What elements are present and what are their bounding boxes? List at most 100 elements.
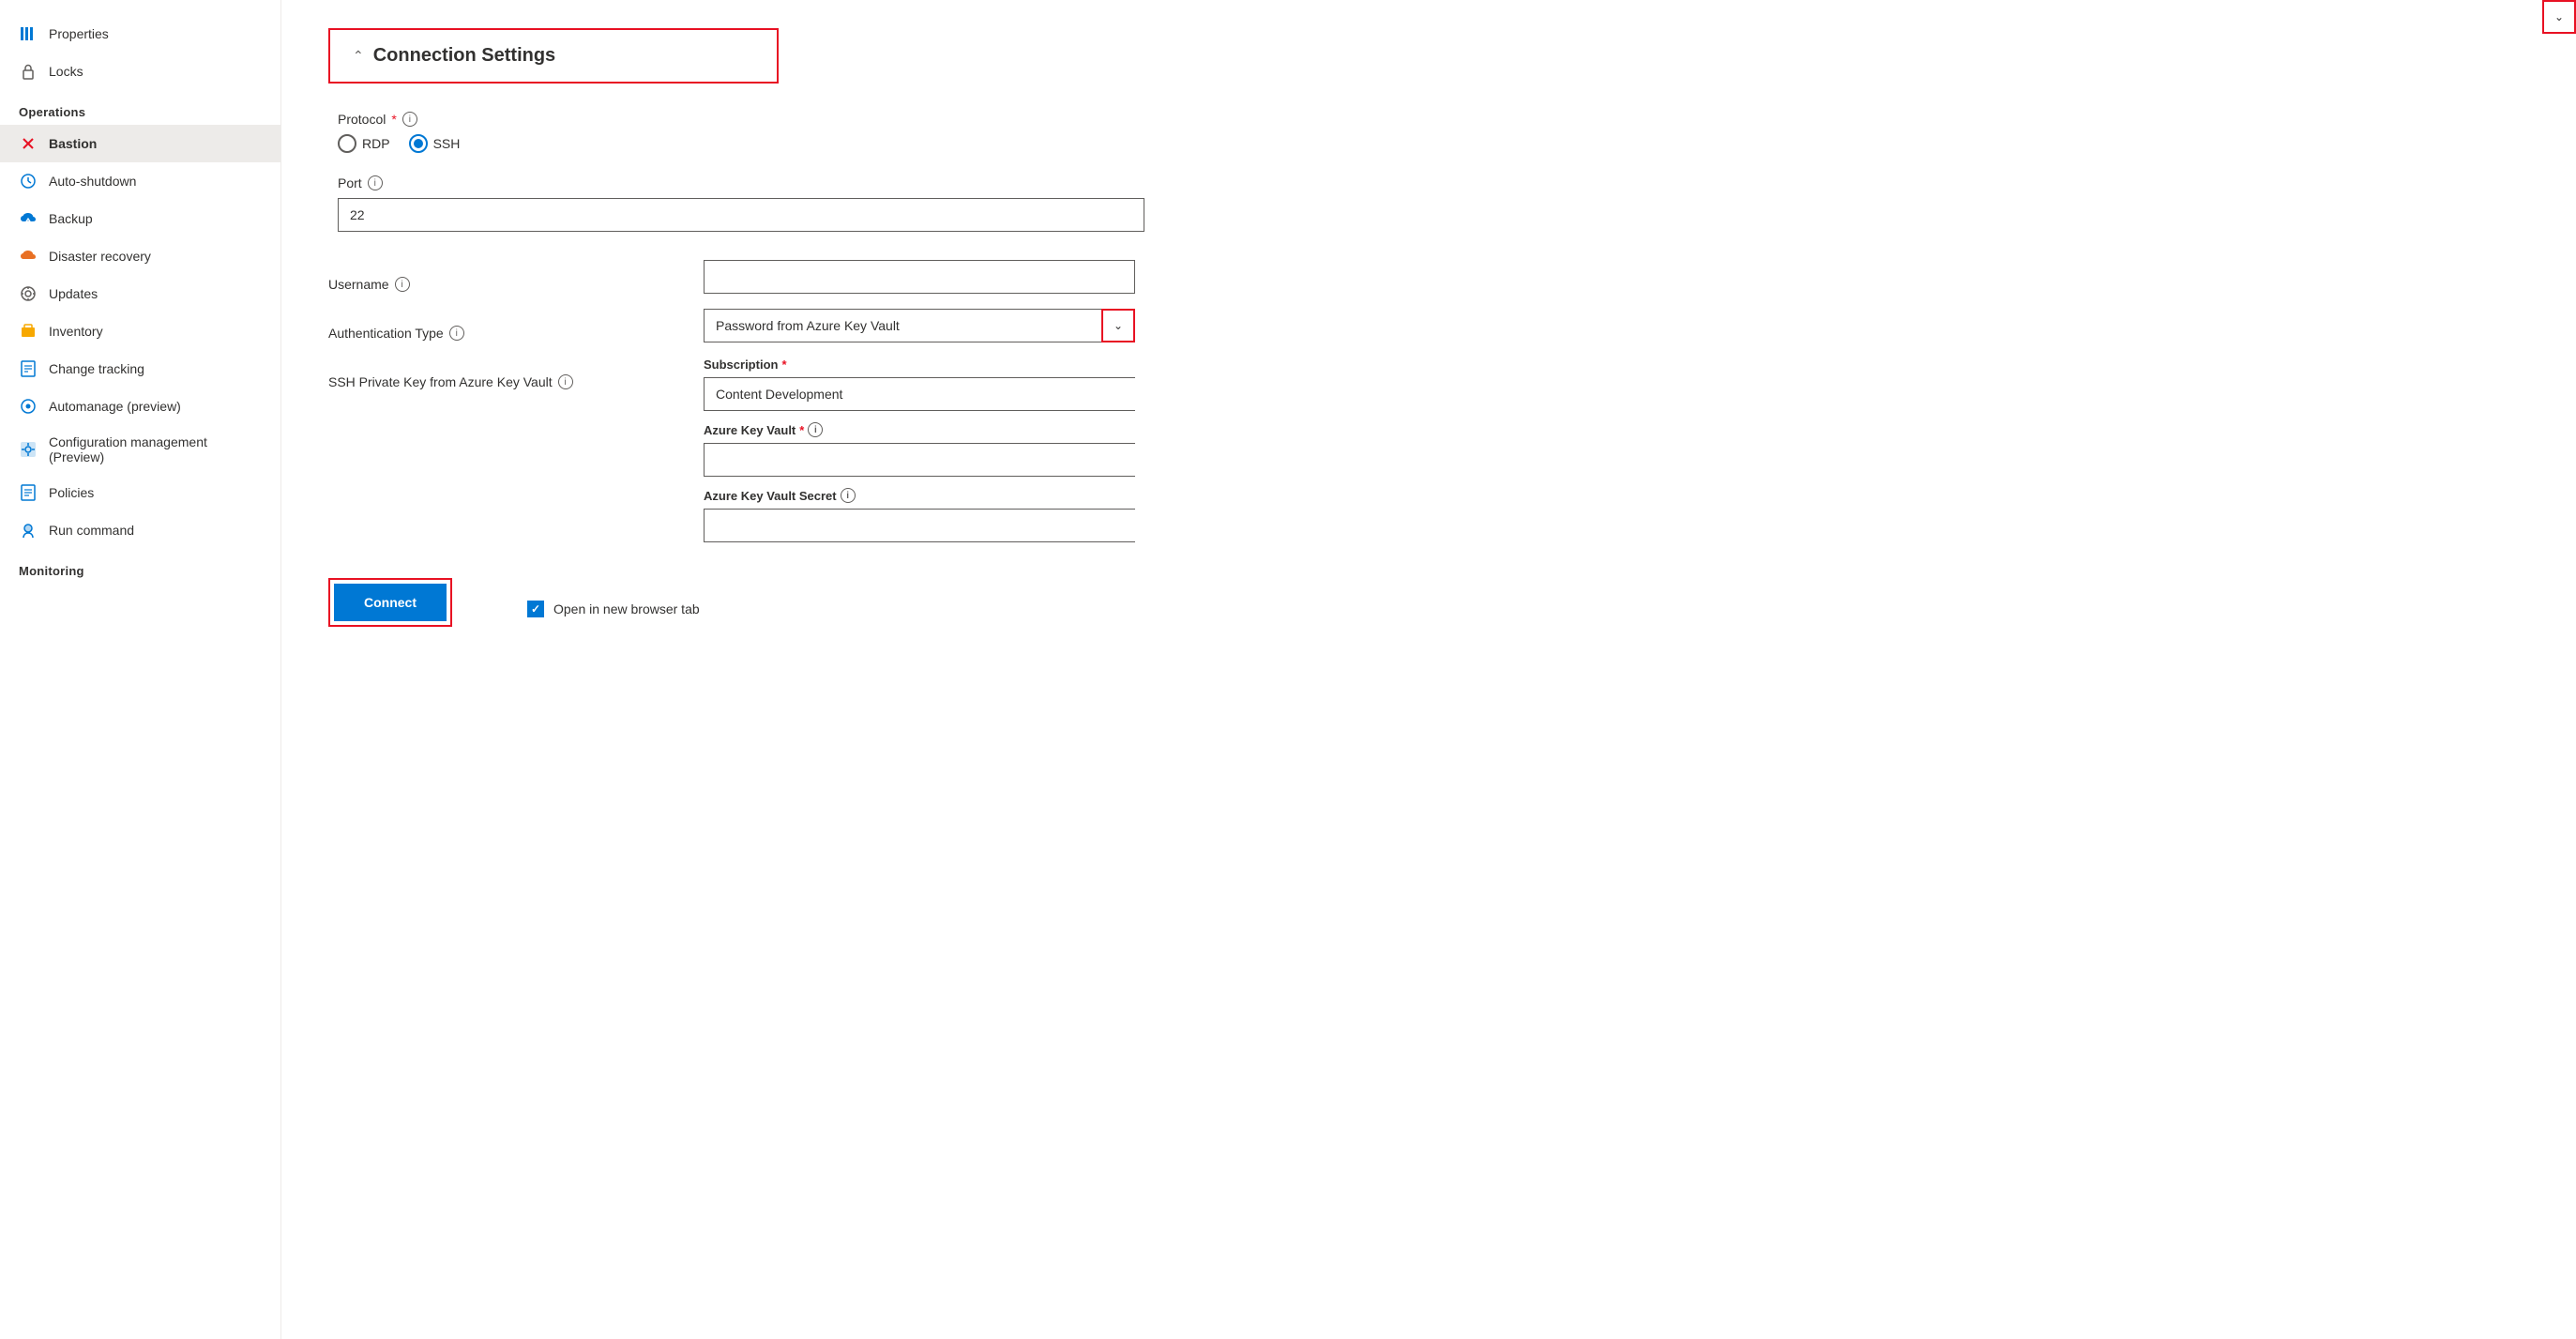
sidebar-item-inventory[interactable]: Inventory xyxy=(0,312,280,350)
connect-btn-wrapper: Connect xyxy=(328,578,452,627)
protocol-required: * xyxy=(391,112,396,127)
collapse-chevron-icon: ⌃ xyxy=(353,48,364,64)
properties-icon xyxy=(19,24,38,43)
sidebar-label-properties: Properties xyxy=(49,26,109,41)
azure-key-vault-secret-info-icon[interactable]: i xyxy=(841,488,856,503)
ssh-key-label-row: SSH Private Key from Azure Key Vault i xyxy=(328,358,666,406)
sidebar-item-backup[interactable]: Backup xyxy=(0,200,280,237)
azure-key-vault-secret-label: Azure Key Vault Secret i xyxy=(704,488,1135,503)
auth-type-info-icon[interactable]: i xyxy=(449,326,464,341)
auth-type-label: Authentication Type xyxy=(328,326,444,341)
ssh-key-label: SSH Private Key from Azure Key Vault xyxy=(328,374,553,389)
sidebar-item-change-tracking[interactable]: Change tracking xyxy=(0,350,280,388)
sidebar-item-automanage[interactable]: Automanage (preview) xyxy=(0,388,280,425)
open-new-tab-row: ✓ Open in new browser tab xyxy=(527,587,700,617)
inventory-icon xyxy=(19,322,38,341)
form-main-row: Username i Authentication Type i SSH Pri… xyxy=(328,260,1135,554)
protocol-ssh-option[interactable]: SSH xyxy=(409,134,461,153)
sidebar-item-bastion[interactable]: Bastion xyxy=(0,125,280,162)
protocol-rdp-option[interactable]: RDP xyxy=(338,134,390,153)
sidebar-item-auto-shutdown[interactable]: Auto-shutdown xyxy=(0,162,280,200)
username-input[interactable] xyxy=(704,260,1135,294)
azure-key-vault-select-row: ⌄ xyxy=(704,443,1135,477)
sidebar-label-config-mgmt: Configuration management (Preview) xyxy=(49,434,262,464)
change-tracking-icon xyxy=(19,359,38,378)
sidebar-label-run-command: Run command xyxy=(49,523,134,538)
section-title: Connection Settings xyxy=(373,45,555,67)
protocol-info-icon[interactable]: i xyxy=(402,112,417,127)
subscription-label: Subscription * xyxy=(704,358,1135,372)
sidebar-label-updates: Updates xyxy=(49,286,98,301)
open-new-tab-checkbox[interactable]: ✓ xyxy=(527,601,544,617)
rdp-radio[interactable] xyxy=(338,134,356,153)
automanage-icon xyxy=(19,397,38,416)
backup-icon xyxy=(19,209,38,228)
sidebar-item-disaster-recovery[interactable]: Disaster recovery xyxy=(0,237,280,275)
sidebar-label-change-tracking: Change tracking xyxy=(49,361,144,376)
sidebar-label-auto-shutdown: Auto-shutdown xyxy=(49,174,136,189)
sidebar-section-operations: Operations xyxy=(0,90,280,125)
username-label: Username xyxy=(328,277,389,292)
main-content: ⌃ Connection Settings Protocol * i RDP S… xyxy=(281,0,2576,1339)
sidebar-label-inventory: Inventory xyxy=(49,324,103,339)
config-mgmt-icon xyxy=(19,440,38,459)
azure-key-vault-secret-select-row: ⌄ xyxy=(704,509,1135,542)
rdp-label: RDP xyxy=(362,136,390,151)
left-labels: Username i Authentication Type i SSH Pri… xyxy=(328,260,666,406)
azure-key-vault-label: Azure Key Vault * i xyxy=(704,422,1135,437)
username-label-row: Username i xyxy=(328,260,666,309)
protocol-label: Protocol * i xyxy=(338,112,1126,127)
auth-type-label-row: Authentication Type i xyxy=(328,309,666,358)
sidebar: Properties Locks Operations Bastion xyxy=(0,0,281,1339)
sidebar-item-config-mgmt[interactable]: Configuration management (Preview) xyxy=(0,425,280,474)
sidebar-label-policies: Policies xyxy=(49,485,94,500)
updates-icon xyxy=(19,284,38,303)
sidebar-section-monitoring: Monitoring xyxy=(0,549,280,584)
sidebar-label-automanage: Automanage (preview) xyxy=(49,399,181,414)
username-field-wrapper xyxy=(704,260,1135,294)
azure-key-vault-required: * xyxy=(799,423,804,437)
port-info-icon[interactable]: i xyxy=(368,175,383,190)
right-fields: ⌄ Subscription * ⌄ xyxy=(704,260,1135,554)
sidebar-label-disaster-recovery: Disaster recovery xyxy=(49,249,151,264)
sidebar-item-properties[interactable]: Properties xyxy=(0,15,280,53)
policies-icon xyxy=(19,483,38,502)
ssh-label: SSH xyxy=(433,136,461,151)
sidebar-item-policies[interactable]: Policies xyxy=(0,474,280,511)
auth-type-input[interactable] xyxy=(704,309,1135,342)
azure-key-vault-secret-dropdown-btn[interactable]: ⌄ xyxy=(2542,0,2576,34)
ssh-key-info-icon[interactable]: i xyxy=(558,374,573,389)
sidebar-item-locks[interactable]: Locks xyxy=(0,53,280,90)
subscription-required: * xyxy=(781,358,786,372)
username-info-icon[interactable]: i xyxy=(395,277,410,292)
azure-key-vault-secret-field-group: Azure Key Vault Secret i ⌄ xyxy=(704,488,1135,542)
open-new-tab-label: Open in new browser tab xyxy=(553,601,700,616)
connection-settings-header[interactable]: ⌃ Connection Settings xyxy=(328,28,779,84)
sidebar-label-backup: Backup xyxy=(49,211,93,226)
connect-button[interactable]: Connect xyxy=(334,584,447,621)
auto-shutdown-icon xyxy=(19,172,38,190)
sidebar-label-locks: Locks xyxy=(49,64,83,79)
azure-key-vault-secret-input[interactable] xyxy=(704,509,1135,542)
azure-key-vault-input[interactable] xyxy=(704,443,1135,477)
azure-key-vault-field-group: Azure Key Vault * i ⌄ xyxy=(704,422,1135,477)
protocol-radio-group: RDP SSH xyxy=(338,134,1126,153)
port-section: Port i xyxy=(328,175,1135,232)
protocol-section: Protocol * i RDP SSH xyxy=(328,112,1135,153)
sidebar-item-run-command[interactable]: Run command xyxy=(0,511,280,549)
auth-type-select-row: ⌄ xyxy=(704,309,1135,342)
auth-type-dropdown-btn[interactable]: ⌄ xyxy=(1101,309,1135,342)
sidebar-item-updates[interactable]: Updates xyxy=(0,275,280,312)
port-input[interactable] xyxy=(338,198,1144,232)
azure-key-vault-info-icon[interactable]: i xyxy=(808,422,823,437)
run-command-icon xyxy=(19,521,38,540)
lock-icon xyxy=(19,62,38,81)
subscription-select-row: ⌄ xyxy=(704,377,1135,411)
subscription-input[interactable] xyxy=(704,377,1135,411)
bottom-row: Connect ✓ Open in new browser tab xyxy=(328,569,1135,627)
bastion-icon xyxy=(19,134,38,153)
subscription-field-group: Subscription * ⌄ xyxy=(704,358,1135,411)
auth-type-field-wrapper: ⌄ xyxy=(704,309,1135,342)
port-label: Port i xyxy=(338,175,1126,190)
ssh-radio[interactable] xyxy=(409,134,428,153)
